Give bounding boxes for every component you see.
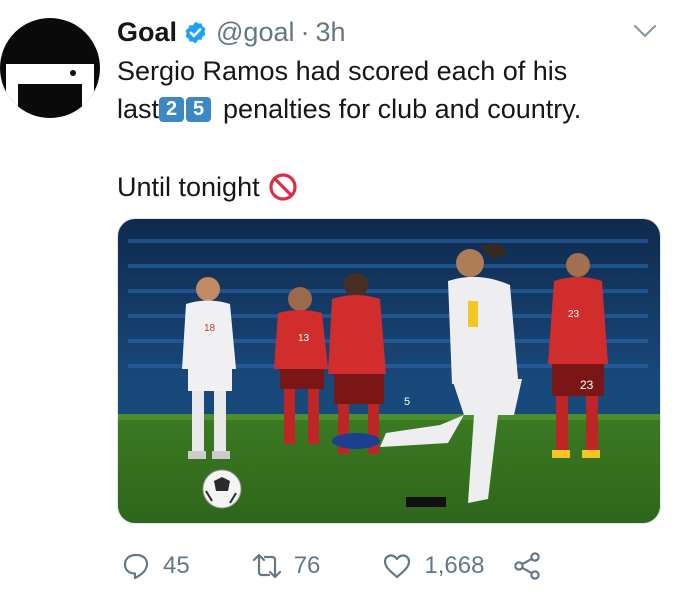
tweet-media-photo[interactable]: 18 13 5 23 23	[117, 218, 661, 524]
tweet-line-3-text: Until tonight	[117, 172, 260, 202]
reply-icon	[123, 553, 149, 580]
tweet-line-1: Sergio Ramos had scored each of his	[117, 52, 662, 90]
jersey-number-13: 13	[298, 333, 310, 344]
chevron-down-icon[interactable]	[632, 20, 658, 42]
jersey-number-5: 5	[404, 396, 410, 408]
goal-logo-post-left	[6, 64, 18, 110]
account-handle[interactable]: @goal	[216, 17, 294, 48]
share-button[interactable]	[512, 551, 542, 581]
tweet-text: Sergio Ramos had scored each of his last…	[117, 52, 662, 206]
account-name[interactable]: Goal	[117, 17, 177, 48]
football-penalty-photo: 18 13 5 23 23	[118, 219, 660, 523]
tweet-actions: 45 76 1,668	[117, 548, 587, 584]
goal-logo-post-right	[82, 64, 94, 110]
like-button[interactable]: 1,668	[382, 551, 484, 581]
verified-badge-icon	[185, 21, 206, 43]
tweet-line-3: Until tonight	[117, 168, 662, 206]
avatar[interactable]	[0, 18, 100, 118]
separator-dot: ·	[300, 16, 310, 47]
share-icon	[514, 552, 541, 580]
tweet-timestamp[interactable]: 3h	[315, 17, 345, 48]
keycap-digit-5: 5	[186, 96, 212, 122]
jersey-number-23-front: 23	[568, 309, 580, 320]
tweet-line-2: last 2 5 penalties for club and country.	[117, 90, 662, 128]
jersey-number-23-shorts: 23	[580, 378, 594, 392]
reply-button[interactable]: 45	[121, 551, 190, 581]
football-icon	[202, 469, 242, 509]
tweet-line-1-text: Sergio Ramos had scored each of his	[117, 56, 568, 86]
tweet-line-2-before: last	[117, 94, 160, 124]
retweet-icon	[252, 553, 281, 579]
goal-logo-dot	[70, 70, 76, 76]
line-break-spacer	[117, 128, 662, 168]
no-entry-sign-icon	[268, 173, 297, 201]
heart-icon	[384, 554, 411, 579]
tweet-line-2-after: penalties for club and country.	[223, 94, 582, 124]
keycap-digit-2: 2	[159, 96, 185, 122]
jersey-number-18: 18	[204, 323, 216, 334]
retweet-count: 76	[293, 552, 321, 579]
tweet-header: Goal @goal · 3h	[117, 16, 658, 48]
retweet-button[interactable]: 76	[252, 551, 321, 581]
reply-count: 45	[163, 552, 190, 579]
goal-logo-icon	[6, 64, 94, 84]
like-count: 1,668	[424, 552, 485, 579]
